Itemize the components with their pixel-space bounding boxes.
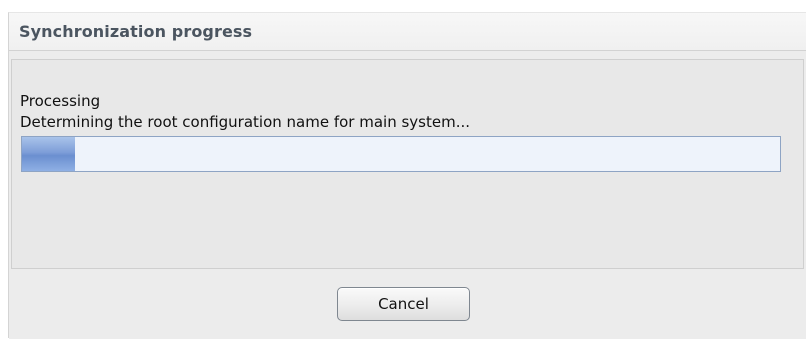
progress-bar-fill <box>22 137 76 171</box>
dialog-title: Synchronization progress <box>19 22 253 41</box>
synchronization-progress-dialog: Synchronization progress Processing Dete… <box>8 12 806 339</box>
progress-bar <box>21 136 781 172</box>
status-label: Processing <box>20 92 101 110</box>
cancel-button[interactable]: Cancel <box>337 287 470 321</box>
dialog-title-bar: Synchronization progress <box>9 13 806 51</box>
progress-panel: Processing Determining the root configur… <box>11 59 804 269</box>
status-message: Determining the root configuration name … <box>20 113 471 131</box>
button-area: Cancel <box>9 271 806 339</box>
